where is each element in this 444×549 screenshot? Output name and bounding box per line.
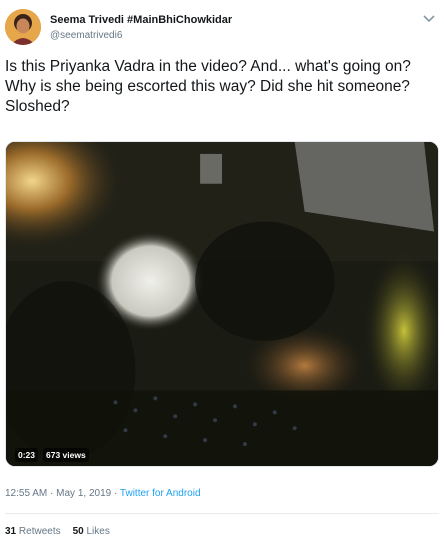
author-handle[interactable]: @seematrivedi6	[50, 30, 122, 41]
tweet-stats: 31 Retweets 50 Likes	[5, 526, 110, 537]
retweets-count: 31	[5, 526, 17, 537]
chevron-down-icon[interactable]	[422, 14, 436, 24]
tweet-time[interactable]: 12:55 AM	[5, 488, 47, 499]
tweet-text: Is this Priyanka Vadra in the video? And…	[5, 58, 411, 115]
tweet-card: Seema Trivedi #MainBhiChowkidar @seematr…	[0, 0, 444, 549]
meta-separator: ·	[111, 488, 120, 499]
meta-separator: ·	[47, 488, 57, 499]
likes-stat[interactable]: 50 Likes	[73, 526, 110, 537]
video-frame	[6, 142, 438, 466]
video-duration: 0:23	[15, 448, 39, 462]
likes-count: 50	[72, 526, 84, 537]
likes-label: Likes	[86, 526, 110, 537]
profile-photo-icon	[5, 9, 41, 45]
tweet-meta: 12:55 AM · May 1, 2019 · Twitter for And…	[5, 488, 201, 499]
video-player[interactable]: 0:23 673 views	[5, 141, 439, 467]
tweet-source-link[interactable]: Twitter for Android	[120, 488, 201, 499]
divider	[5, 513, 439, 514]
avatar[interactable]	[5, 9, 41, 45]
tweet-date[interactable]: May 1, 2019	[56, 488, 111, 499]
video-views: 673 views	[43, 448, 89, 462]
retweets-label: Retweets	[18, 526, 61, 537]
author-name[interactable]: Seema Trivedi #MainBhiChowkidar	[50, 14, 232, 26]
retweets-stat[interactable]: 31 Retweets	[5, 526, 61, 537]
